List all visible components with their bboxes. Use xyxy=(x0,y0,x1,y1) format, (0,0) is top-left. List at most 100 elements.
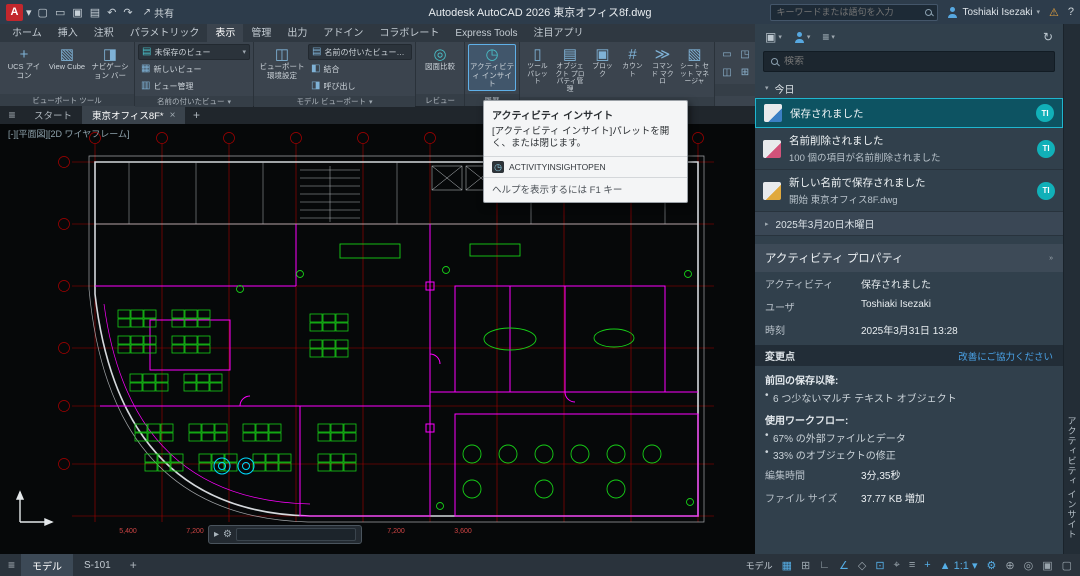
command-input[interactable] xyxy=(236,528,356,541)
otrack-icon[interactable]: ⌖ xyxy=(894,559,900,572)
count-button[interactable]: #カウント xyxy=(618,44,647,80)
activity-properties-header[interactable]: アクティビティ プロパティ » xyxy=(755,244,1063,272)
save-as-icon xyxy=(763,182,781,200)
workspace-gear-icon[interactable]: ⚙ xyxy=(986,559,996,572)
layout-menu-icon[interactable]: ≡ xyxy=(8,558,15,572)
new-file-icon[interactable]: ▢ xyxy=(38,6,48,19)
save-icon[interactable]: ▣ xyxy=(72,6,82,19)
tab-featured-apps[interactable]: 注目アプリ xyxy=(525,22,591,42)
view-dropdown[interactable]: ▤ 未保存のビュー ▾ xyxy=(138,44,250,60)
palette-search-box[interactable] xyxy=(763,51,1055,72)
palette-search-input[interactable] xyxy=(784,56,1047,67)
tab-start[interactable]: スタート xyxy=(24,106,82,124)
tab-manage[interactable]: 管理 xyxy=(243,22,279,42)
isodraft-icon[interactable]: ◇ xyxy=(858,559,866,572)
view-manager-button[interactable]: ▥ ビュー管理 xyxy=(138,78,250,94)
app-menu-chevron-icon[interactable]: ▾ xyxy=(26,6,32,19)
restore-viewport-button[interactable]: ◨ 呼び出し xyxy=(308,78,412,94)
tab-layout-s101[interactable]: S-101 xyxy=(73,554,122,576)
properties-button[interactable]: ▤オブジェクト プロパティ管理 xyxy=(553,44,587,95)
ribbon-mini-icon[interactable]: ⊞ xyxy=(737,64,753,80)
viewport-config-button[interactable]: ◫ビューポート環境設定 xyxy=(257,44,307,82)
snap-icon[interactable]: ⊞ xyxy=(801,559,810,572)
annotation-monitor-icon[interactable]: ⊕ xyxy=(1005,559,1014,572)
command-line[interactable]: ▸ ⚙ xyxy=(208,525,362,544)
viewcube-button[interactable]: ▧View Cube xyxy=(46,44,88,74)
help-search-input[interactable] xyxy=(776,7,920,17)
notification-icon[interactable]: ⚠ xyxy=(1049,6,1059,19)
command-macros-button[interactable]: ≫コマンド マクロ xyxy=(648,44,677,88)
viewport-controls[interactable]: [-][平面図][2D ワイヤフレーム] xyxy=(8,127,129,140)
isolate-icon[interactable]: ◎ xyxy=(1024,559,1034,572)
group-today[interactable]: ▾ 今日 xyxy=(755,78,1063,98)
file-tabs-menu-icon[interactable]: ≡ xyxy=(0,106,24,124)
account-menu[interactable]: Toshiaki Isezaki ▾ xyxy=(947,7,1040,18)
open-file-icon[interactable]: ▭ xyxy=(55,6,65,19)
ribbon-mini-icon[interactable]: ◳ xyxy=(737,46,753,62)
refresh-icon[interactable]: ↻ xyxy=(1043,30,1053,44)
feedback-link[interactable]: 改善にご協力ください xyxy=(958,349,1053,363)
print-icon[interactable]: ▤ xyxy=(90,6,100,19)
lineweight-icon[interactable]: ≡ xyxy=(909,559,915,571)
sheet-set-manager-button[interactable]: ▧シート セット マネージャ xyxy=(678,44,711,88)
hardware-icon[interactable]: ▣ xyxy=(1042,559,1052,572)
panel-review: ◎図面比較 レビュー xyxy=(416,42,465,106)
tab-output[interactable]: 出力 xyxy=(279,22,315,42)
ribbon-mini-icon[interactable]: ◫ xyxy=(719,64,735,80)
changes-label: 変更点 xyxy=(765,348,795,363)
list-filter-icon[interactable]: ≡▾ xyxy=(822,30,835,44)
tab-collaborate[interactable]: コラボレート xyxy=(371,22,447,42)
palette-title-strip[interactable]: アクティビティ インサイト xyxy=(1063,24,1080,554)
titlebar: A ▾ ▢ ▭ ▣ ▤ ↶ ↷ ↗ 共有 Autodesk AutoCAD 20… xyxy=(0,0,1080,24)
osnap-icon[interactable]: ⊡ xyxy=(875,559,884,572)
polar-icon[interactable]: ∠ xyxy=(839,559,849,572)
tab-home[interactable]: ホーム xyxy=(4,22,50,42)
tool-palettes-button[interactable]: ▯ツール パレット xyxy=(523,44,552,88)
new-layout-button[interactable]: + xyxy=(122,558,145,572)
autocad-logo-icon[interactable]: A xyxy=(6,4,23,21)
activity-insight-button[interactable]: ◷アクティビティ インサイト xyxy=(468,44,516,91)
activity-entry[interactable]: 新しい名前で保存されました 開始 東京オフィス8F.dwg TI xyxy=(755,170,1063,212)
tab-insert[interactable]: 挿入 xyxy=(50,22,86,42)
tab-model[interactable]: モデル xyxy=(21,554,73,576)
ribbon-mini-icon[interactable]: ▭ xyxy=(719,46,735,62)
ucs-icon-button[interactable]: +UCS アイコン xyxy=(3,44,45,82)
annotation-scale[interactable]: ▲ 1:1 ▾ xyxy=(940,559,978,572)
help-icon[interactable]: ? xyxy=(1068,6,1074,18)
tab-express-tools[interactable]: Express Tools xyxy=(447,26,525,42)
restore-icon: ◨ xyxy=(311,81,320,91)
tab-addins[interactable]: アドイン xyxy=(315,22,371,42)
palette-view-icon[interactable]: ▣▾ xyxy=(765,30,782,44)
panel-history: ◷アクティビティ インサイト 履歴 xyxy=(465,42,520,106)
join-viewport-button[interactable]: ◧ 結合 xyxy=(308,61,412,77)
undo-icon[interactable]: ↶ xyxy=(107,6,116,19)
tab-view[interactable]: 表示 xyxy=(207,22,243,42)
activity-entry[interactable]: 名前削除されました 100 個の項目が名前削除されました TI xyxy=(755,128,1063,170)
clean-screen-icon[interactable]: ▢ xyxy=(1062,559,1072,572)
ucs-axis-icon xyxy=(12,486,58,530)
drawing-compare-button[interactable]: ◎図面比較 xyxy=(419,44,461,74)
collapse-chevron-icon[interactable]: » xyxy=(1049,255,1053,262)
tab-drawing[interactable]: 東京オフィス8F* × xyxy=(82,106,185,124)
redo-icon[interactable]: ↷ xyxy=(123,6,132,19)
tab-annotate[interactable]: 注釈 xyxy=(86,22,122,42)
named-viewport-dropdown[interactable]: ▤ 名前の付いたビューポート xyxy=(308,44,412,60)
user-filter-icon[interactable]: ▾ xyxy=(794,32,811,43)
new-view-button[interactable]: ▦ 新しいビュー xyxy=(138,61,250,77)
new-drawing-button[interactable]: + xyxy=(185,106,207,124)
blocks-button[interactable]: ▣ブロック xyxy=(588,44,617,80)
tab-parametric[interactable]: パラメトリック xyxy=(122,22,208,42)
search-icon[interactable] xyxy=(925,9,932,16)
customize-icon[interactable]: ⚙ xyxy=(223,529,232,540)
activity-entry[interactable]: 保存されました TI xyxy=(755,98,1063,128)
ortho-icon[interactable]: ∟ xyxy=(819,559,830,571)
command-chevron-icon[interactable]: ▸ xyxy=(214,529,219,540)
date-group-row[interactable]: ▸ 2025年3月20日木曜日 xyxy=(755,212,1063,236)
navigation-bar-button[interactable]: ◨ナビゲーション バー xyxy=(89,44,131,82)
share-button[interactable]: ↗ 共有 xyxy=(143,5,174,20)
close-icon[interactable]: × xyxy=(170,110,176,121)
model-space-label[interactable]: モデル xyxy=(746,559,773,572)
dynamic-input-icon[interactable]: + xyxy=(924,559,930,571)
help-search-box[interactable] xyxy=(770,4,938,21)
grid-icon[interactable]: ▦ xyxy=(782,559,792,572)
